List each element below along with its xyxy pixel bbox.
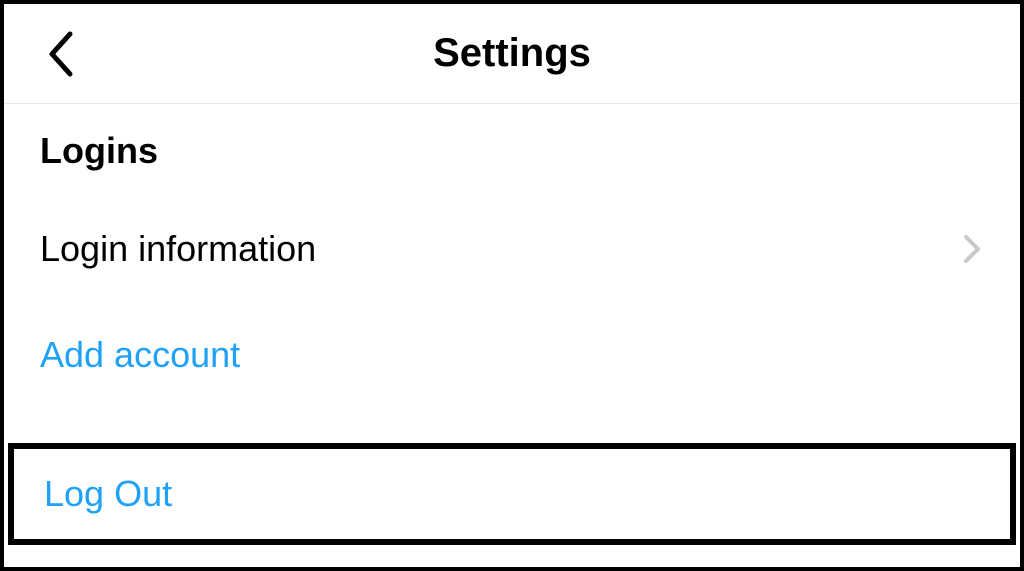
log-out-label: Log Out <box>44 473 172 514</box>
chevron-left-icon <box>46 30 74 78</box>
page-title: Settings <box>4 31 1020 76</box>
section-header-logins: Logins <box>4 104 1020 202</box>
login-information-label: Login information <box>40 228 316 270</box>
chevron-right-icon <box>960 237 984 261</box>
spacer <box>4 296 1020 308</box>
add-account-row[interactable]: Add account <box>4 308 1020 402</box>
add-account-label: Add account <box>40 334 240 376</box>
login-information-row[interactable]: Login information <box>4 202 1020 296</box>
header-bar: Settings <box>4 4 1020 104</box>
back-button[interactable] <box>40 24 80 84</box>
log-out-row[interactable]: Log Out <box>8 443 1016 545</box>
